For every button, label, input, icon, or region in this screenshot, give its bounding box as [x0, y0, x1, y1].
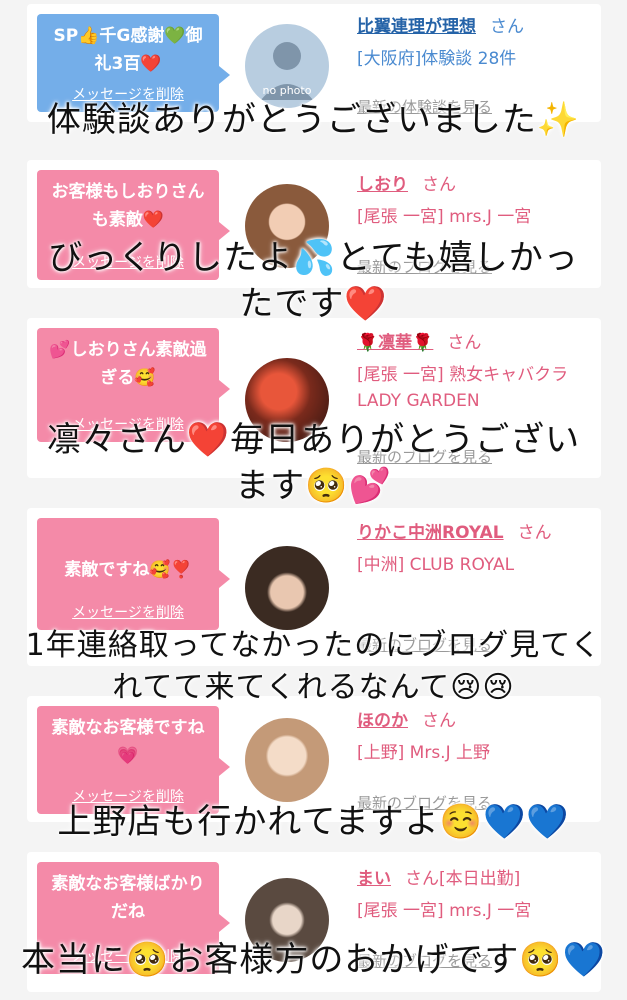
overlay-caption: 上野店も行かれてますよ☺️💙💙 [57, 802, 570, 842]
user-name-row: りかこ中洲ROYAL さん [357, 520, 592, 546]
message-text: 素敵なお客様ですね💗 [51, 718, 205, 766]
overlay-caption: びっくりしたよ💦とても嬉しかっ [48, 238, 579, 278]
honorific: さん [490, 17, 524, 37]
user-name-link[interactable]: まい [357, 869, 391, 889]
user-info: 🌹凛華🌹 さん [尾張 一宮] 熟女キャバクラ LADY GARDEN [357, 330, 592, 414]
overlay-caption: たです❤️ [239, 284, 388, 324]
avatar[interactable] [245, 718, 329, 802]
message-bubble: 素敵ですね🥰❣️ メッセージを削除 [37, 518, 230, 630]
overlay-caption: れてて来てくれるなんて😢😢 [112, 670, 515, 705]
shop-info: [尾張 一宮] 熟女キャバクラ LADY GARDEN [357, 365, 569, 411]
honorific: さん[本日出勤] [405, 869, 521, 889]
user-name-link[interactable]: しおり [357, 175, 408, 195]
message-bubble: 素敵なお客様ですね💗 メッセージを削除 [37, 706, 230, 814]
user-name-link[interactable]: りかこ中洲ROYAL [357, 523, 504, 543]
message-text: お客様もしおりさんも素敵❤️ [51, 182, 205, 230]
avatar[interactable] [245, 546, 329, 630]
user-info: ほのか さん [上野] Mrs.J 上野 [357, 708, 592, 766]
user-name-row: しおり さん [357, 172, 592, 198]
shop-info: [尾張 一宮] mrs.J 一宮 [357, 901, 532, 921]
avatar[interactable]: no photo [245, 24, 329, 108]
shop-info: [大阪府]体験談 28件 [357, 49, 517, 69]
user-name-row: ほのか さん [357, 708, 592, 734]
honorific: さん [447, 333, 482, 353]
user-info: まい さん[本日出勤] [尾張 一宮] mrs.J 一宮 [357, 866, 592, 924]
message-text: 素敵ですね🥰❣️ [64, 560, 192, 580]
delete-message-link[interactable]: メッセージを削除 [37, 604, 219, 622]
user-info: しおり さん [尾張 一宮] mrs.J 一宮 [357, 172, 592, 230]
user-info: りかこ中洲ROYAL さん [中洲] CLUB ROYAL [357, 520, 592, 578]
overlay-caption: 体験談ありがとうございました✨ [46, 100, 581, 140]
shop-info: [上野] Mrs.J 上野 [357, 743, 491, 763]
message-text: 素敵なお客様ばかりだね [51, 874, 205, 922]
avatar-caption: no photo [262, 84, 312, 97]
user-name-row: まい さん[本日出勤] [357, 866, 592, 892]
shop-info: [尾張 一宮] mrs.J 一宮 [357, 207, 532, 227]
message-text: SP👍千G感謝💚御礼3百❤️ [53, 26, 203, 74]
user-name-row: 比翼連理が理想 さん [357, 14, 592, 40]
honorific: さん [422, 711, 456, 731]
user-name-link[interactable]: 🌹凛華🌹 [357, 333, 433, 353]
user-name-row: 🌹凛華🌹 さん [357, 330, 592, 356]
message-text: 💕しおりさん素敵過ぎる🥰 [49, 340, 207, 388]
overlay-caption: 本当に🥺お客様方のおかげです🥺💙 [20, 940, 606, 980]
overlay-caption: 凛々さん❤️毎日ありがとうござい [46, 420, 581, 460]
overlay-caption: ます🥺💕 [235, 466, 392, 506]
user-name-link[interactable]: 比翼連理が理想 [357, 17, 476, 37]
user-name-link[interactable]: ほのか [357, 711, 408, 731]
honorific: さん [517, 523, 552, 543]
honorific: さん [422, 175, 456, 195]
shop-info: [中洲] CLUB ROYAL [357, 555, 515, 575]
overlay-caption: 1年連絡取ってなかったのにブログ見てく [25, 628, 602, 663]
user-info: 比翼連理が理想 さん [大阪府]体験談 28件 [357, 14, 592, 72]
